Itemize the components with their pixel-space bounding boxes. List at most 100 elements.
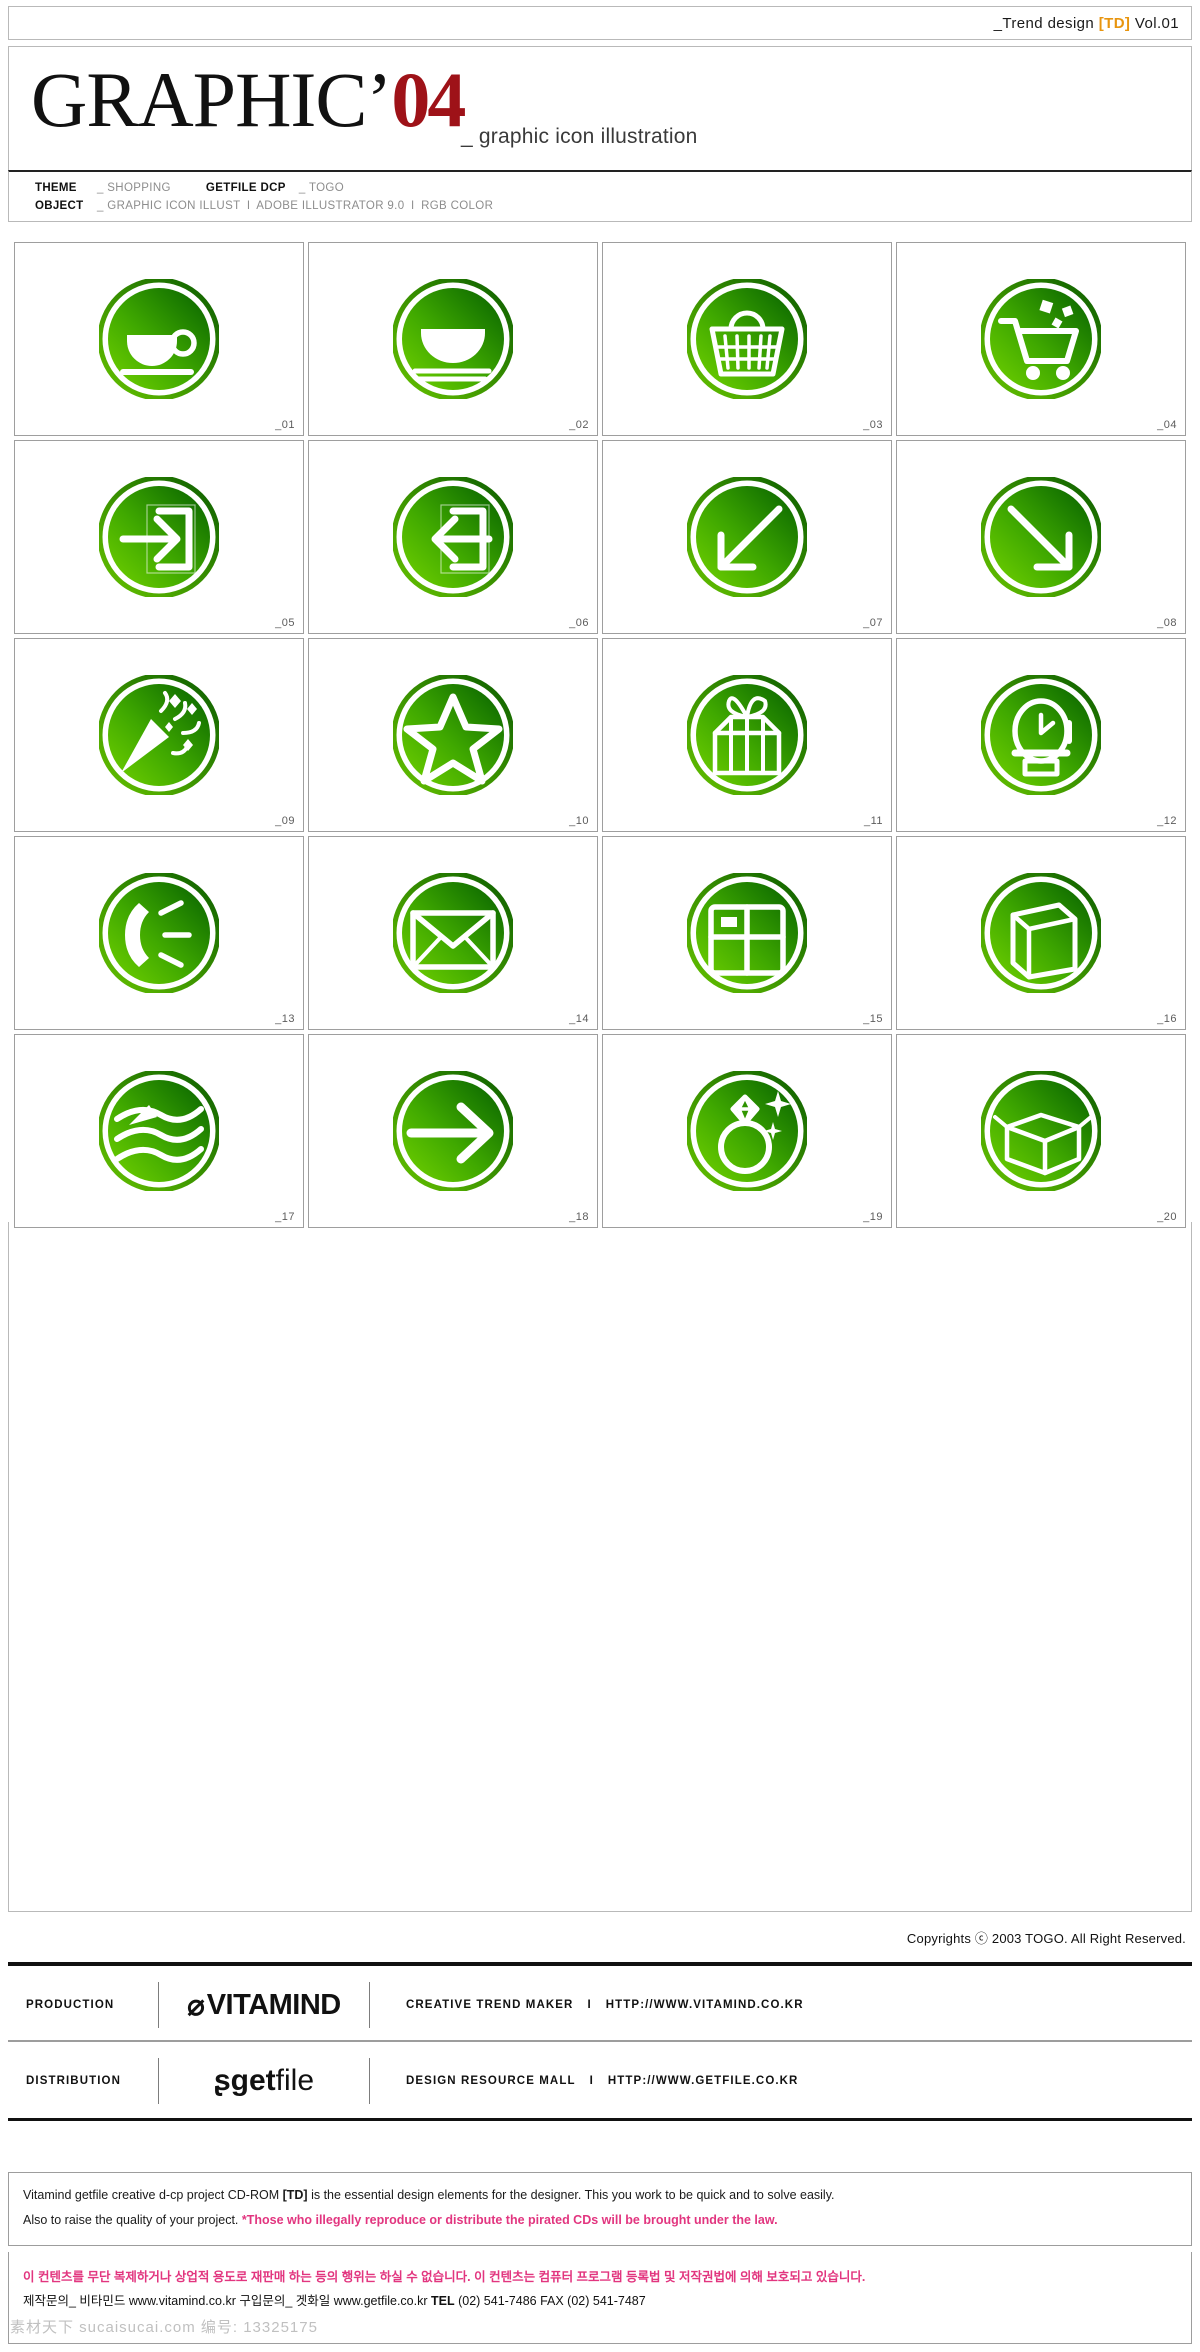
icon-cell[interactable]: _19 <box>602 1034 892 1228</box>
wristwatch-icon[interactable] <box>981 675 1101 795</box>
divider-thick-top <box>8 1962 1192 1966</box>
icon-number: _02 <box>569 419 589 431</box>
vitamind-mark-icon: ⌀ <box>187 1989 205 2022</box>
icon-cell[interactable]: _10 <box>308 638 598 832</box>
icon-cell[interactable]: _20 <box>896 1034 1186 1228</box>
icon-number: _11 <box>863 815 883 827</box>
icon-number: _05 <box>275 617 295 629</box>
partner-row-production: PRODUCTION ⌀ VITAMIND CREATIVE TREND MAKE… <box>8 1972 1192 2038</box>
icon-cell[interactable]: _07 <box>602 440 892 634</box>
shopping-bag-icon[interactable] <box>981 873 1101 993</box>
object-value-3: RGB COLOR <box>421 200 494 212</box>
icon-cell[interactable]: _05 <box>14 440 304 634</box>
shopping-basket-icon[interactable] <box>687 279 807 399</box>
icon-cell[interactable]: _01 <box>14 242 304 436</box>
korean-contact: 제작문의_ 비타민드 www.vitamind.co.kr 구입문의_ 겟화일 … <box>23 2288 1177 2314</box>
notice-line-2: Also to raise the quality of your projec… <box>23 2208 1177 2233</box>
icon-cell[interactable]: _18 <box>308 1034 598 1228</box>
theme-value-2: GETFILE DCP <box>205 182 286 194</box>
telephone-ringing-icon[interactable] <box>99 873 219 993</box>
production-desc: CREATIVE TREND MAKER I HTTP://WWW.VITAMIND… <box>370 1999 804 2011</box>
icon-cell[interactable]: _04 <box>896 242 1186 436</box>
notice-warning: *Those who illegally reproduce or distri… <box>241 2213 778 2227</box>
getfile-mark-icon: ʂ <box>213 2064 231 2097</box>
rice-bowl-chopsticks-icon[interactable] <box>393 279 513 399</box>
volume-bar: _Trend design [TD] Vol.01 <box>8 6 1192 40</box>
window-pane-icon[interactable] <box>687 873 807 993</box>
icon-number: _07 <box>863 617 883 629</box>
meta-row-theme: THEME _ SHOPPING GETFILE DCP _ TOGO <box>35 179 1191 197</box>
icon-cell[interactable]: _08 <box>896 440 1186 634</box>
theme-key: THEME <box>35 182 77 194</box>
icon-cell[interactable]: _16 <box>896 836 1186 1030</box>
party-popper-icon[interactable] <box>99 675 219 795</box>
coffee-cup-icon[interactable] <box>99 279 219 399</box>
envelope-mail-icon[interactable] <box>393 873 513 993</box>
notice-1c: is the essential design elements for the… <box>307 2188 835 2202</box>
production-sep: I <box>587 1999 592 2011</box>
icon-cell[interactable]: _13 <box>14 836 304 1030</box>
korean-contact-a: 제작문의_ 비타민드 www.vitamind.co.kr 구입문의_ 겟화일 … <box>23 2294 431 2308</box>
arrow-down-left-icon[interactable] <box>687 477 807 597</box>
icon-number: _16 <box>1157 1013 1177 1025</box>
icon-number: _15 <box>863 1013 883 1025</box>
icon-cell[interactable]: _14 <box>308 836 598 1030</box>
notice-line-1: Vitamind getfile creative d-cp project C… <box>23 2183 1177 2208</box>
icon-cell[interactable]: _12 <box>896 638 1186 832</box>
diamond-ring-icon[interactable] <box>687 1071 807 1191</box>
production-label: PRODUCTION <box>26 1999 115 2011</box>
arrow-down-right-icon[interactable] <box>981 477 1101 597</box>
icon-cell[interactable]: _15 <box>602 836 892 1030</box>
icon-number: _13 <box>275 1013 295 1025</box>
partner-row-distribution: DISTRIBUTION ʂ get file DESIGN RESOURCE MA… <box>8 2048 1192 2114</box>
icon-number: _03 <box>863 419 883 431</box>
getfile-logo-bold: get <box>230 2064 276 2097</box>
icon-number: _08 <box>1157 617 1177 629</box>
vitamind-logo-text: VITAMIND <box>206 1988 342 2021</box>
icon-number: _01 <box>275 419 295 431</box>
open-carton-box-icon[interactable] <box>981 1071 1101 1191</box>
icon-cell[interactable]: _02 <box>308 242 598 436</box>
distribution-label: DISTRIBUTION <box>26 2075 121 2087</box>
arrow-right-icon[interactable] <box>393 1071 513 1191</box>
distribution-sep: I <box>589 2075 594 2087</box>
notice-td-tag: [TD] <box>282 2188 308 2202</box>
page-subtitle: _ graphic icon illustration <box>461 125 698 148</box>
icon-number: _06 <box>569 617 589 629</box>
volume-suffix: Vol.01 <box>1130 14 1179 32</box>
lower-frame <box>8 1222 1192 1912</box>
title-block: GRAPHIC’04 _ graphic icon illustration <box>8 46 1192 178</box>
icon-cell[interactable]: _06 <box>308 440 598 634</box>
production-tagline: CREATIVE TREND MAKER <box>406 1999 574 2011</box>
icon-number: _12 <box>1157 815 1177 827</box>
english-notice-box: Vitamind getfile creative d-cp project C… <box>8 2172 1192 2246</box>
icon-cell[interactable]: _17 <box>14 1034 304 1228</box>
icon-number: _09 <box>275 815 295 827</box>
vitamind-logo[interactable]: ⌀ VITAMIND <box>159 1988 369 2023</box>
icon-cell[interactable]: _03 <box>602 242 892 436</box>
meta-separator-1: I <box>246 200 251 212</box>
login-arrow-icon[interactable] <box>99 477 219 597</box>
logout-arrow-icon[interactable] <box>393 477 513 597</box>
meta-block: THEME _ SHOPPING GETFILE DCP _ TOGO OBJE… <box>8 170 1192 222</box>
meta-separator-2: I <box>411 200 415 212</box>
distribution-url[interactable]: HTTP://WWW.GETFILE.CO.KR <box>608 2075 799 2087</box>
copyright-text: Copyrights ⓒ 2003 TOGO. All Right Reserv… <box>906 1931 1186 1946</box>
distribution-desc: DESIGN RESOURCE MALL I HTTP://WWW.GETFILE.… <box>370 2075 798 2087</box>
theme-values: _ SHOPPING GETFILE DCP _ TOGO <box>97 179 344 197</box>
poster-page: _Trend design [TD] Vol.01 GRAPHIC’04 _ g… <box>0 0 1200 2352</box>
shopping-cart-icon[interactable] <box>981 279 1101 399</box>
icon-cell[interactable]: _09 <box>14 638 304 832</box>
getfile-logo[interactable]: ʂ get file <box>159 2064 369 2098</box>
getfile-logo-light: file <box>275 2064 315 2097</box>
title-year: 04 <box>391 56 466 143</box>
object-key: OBJECT <box>35 200 84 212</box>
gift-box-icon[interactable] <box>687 675 807 795</box>
icon-cell[interactable]: _11 <box>602 638 892 832</box>
notice-1a: Vitamind getfile creative d-cp project C… <box>23 2188 283 2202</box>
production-url[interactable]: HTTP://WWW.VITAMIND.CO.KR <box>606 1999 804 2011</box>
object-value-2: ADOBE ILLUSTRATOR 9.0 <box>256 200 405 212</box>
flowing-paper-icon[interactable] <box>99 1071 219 1191</box>
star-icon[interactable] <box>393 675 513 795</box>
korean-warning: 이 컨텐츠를 무단 복제하거나 상업적 용도로 재판매 하는 등의 행위는 하실… <box>23 2270 866 2284</box>
